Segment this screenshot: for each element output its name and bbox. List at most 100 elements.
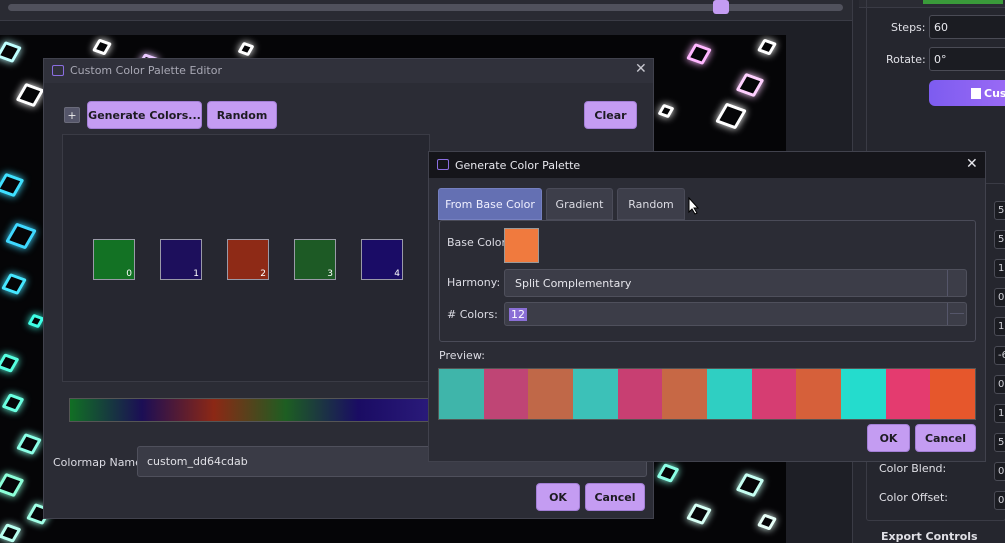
gradient-preview-bar [69, 398, 431, 422]
parameter-value-input[interactable]: 0. [994, 462, 1005, 481]
preview-label: Preview: [439, 349, 485, 362]
top-slider-bar [0, 0, 852, 21]
canvas-tile [1, 393, 25, 413]
custom-palette-button[interactable]: Cus [929, 80, 1005, 106]
clear-button[interactable]: Clear [584, 101, 637, 129]
parameter-value-input[interactable]: 0 [994, 375, 1005, 394]
color-swatch[interactable]: 4 [361, 239, 403, 280]
ok-button[interactable]: OK [536, 483, 580, 511]
rotate-label: Rotate: [886, 53, 926, 66]
preview-color-cell [483, 369, 529, 419]
color-swatch[interactable]: 1 [160, 239, 202, 280]
parameter-value-input[interactable]: 1. [994, 259, 1005, 278]
parameter-value-input[interactable]: 5. [994, 201, 1005, 220]
parameter-value-input[interactable]: -6 [994, 346, 1005, 365]
chevron-down-icon[interactable] [947, 270, 966, 296]
preview-color-cell [841, 369, 886, 419]
spin-arrows-icon[interactable] [947, 303, 966, 325]
parameter-value-input[interactable]: 50 [994, 230, 1005, 249]
generate-title: Generate Color Palette [455, 159, 581, 172]
base-color-swatch[interactable] [504, 228, 539, 263]
colormap-name-label: Colormap Name: [53, 456, 146, 469]
tab-gradient[interactable]: Gradient [546, 188, 613, 220]
preview-color-cell [751, 369, 797, 419]
canvas-tile [715, 102, 747, 130]
preview-color-cell [528, 369, 574, 419]
close-icon[interactable]: ✕ [966, 156, 978, 172]
editor-titlebar: Custom Color Palette Editor ✕ [44, 59, 653, 83]
color-swatch[interactable]: 3 [294, 239, 336, 280]
canvas-tile [15, 433, 43, 455]
close-icon[interactable]: ✕ [635, 61, 647, 77]
canvas-tile [657, 103, 675, 119]
canvas-tile [756, 513, 778, 531]
steps-label: Steps: [891, 21, 926, 34]
parameter-value-input[interactable]: 1. [994, 317, 1005, 336]
canvas-tile [0, 41, 23, 63]
generate-colors-button[interactable]: Generate Colors... [87, 101, 202, 129]
color-swatch[interactable]: 2 [227, 239, 269, 280]
canvas-tile [5, 222, 37, 250]
canvas-tile [0, 523, 22, 543]
color-blend-label: Color Blend: [879, 462, 947, 475]
ok-button[interactable]: OK [867, 424, 910, 452]
app-root: { "top_slider": {"value_fraction": 0.86}… [0, 0, 1005, 543]
preview-color-cell [662, 369, 708, 419]
editor-title: Custom Color Palette Editor [70, 64, 223, 77]
canvas-tile [0, 273, 28, 295]
preview-color-cell [573, 369, 618, 419]
canvas-tile [0, 353, 20, 373]
color-swatch[interactable]: 0 [93, 239, 135, 280]
parameter-value-input[interactable]: 1. [994, 404, 1005, 423]
canvas-tile [91, 38, 113, 56]
rotate-input[interactable]: 0° [929, 47, 1005, 71]
steps-input[interactable]: 60 [929, 15, 1005, 39]
parameter-value-input[interactable]: 0. [994, 288, 1005, 307]
swatch-area: 0 1 2 3 4 [62, 134, 430, 382]
cancel-button[interactable]: Cancel [915, 424, 976, 452]
tab-random[interactable]: Random [617, 188, 685, 220]
canvas-tile [756, 38, 778, 56]
preview-color-cell [930, 369, 976, 419]
num-colors-spinbox[interactable]: 12 [504, 302, 967, 326]
canvas-tile [685, 43, 713, 65]
export-controls-label: Export Controls [881, 530, 978, 543]
random-button[interactable]: Random [207, 101, 277, 129]
window-icon [52, 65, 64, 76]
panel-divider [866, 0, 867, 170]
swatch-index: 1 [193, 269, 199, 279]
parameter-value-input[interactable]: 0. [994, 491, 1005, 510]
canvas-tile [237, 41, 255, 57]
parameter-value-input[interactable]: 5 [994, 433, 1005, 452]
swatch-index: 4 [394, 269, 400, 279]
harmony-select[interactable]: Split Complementary [504, 269, 967, 297]
tab-from-base-color[interactable]: From Base Color [438, 188, 542, 220]
harmony-value: Split Complementary [515, 276, 632, 290]
cursor-icon [688, 197, 700, 215]
base-color-label: Base Color: [447, 236, 510, 249]
swatch-index: 0 [126, 269, 132, 279]
palette-preview [438, 368, 976, 420]
num-colors-value: 12 [509, 307, 527, 321]
canvas-tile [15, 82, 45, 108]
swatch-index: 2 [260, 269, 266, 279]
custom-button-label: Cus [984, 86, 1005, 100]
panel-top-accent [923, 0, 1003, 4]
preview-color-cell [796, 369, 842, 419]
add-color-button[interactable]: + [64, 107, 80, 123]
canvas-tile [685, 503, 713, 525]
preview-color-cell [439, 369, 484, 419]
swatch-index: 3 [327, 269, 333, 279]
cancel-button[interactable]: Cancel [585, 483, 645, 511]
slider-handle[interactable] [713, 0, 729, 14]
canvas-tile [735, 72, 765, 98]
preview-color-cell [707, 369, 752, 419]
harmony-label: Harmony: [447, 276, 501, 289]
num-colors-label: # Colors: [447, 308, 498, 321]
canvas-tile [735, 472, 765, 498]
generate-palette-dialog: Generate Color Palette ✕ From Base Color… [428, 151, 986, 462]
window-icon [437, 159, 449, 170]
canvas-tile [0, 172, 25, 198]
canvas-tile [656, 463, 680, 483]
list-icon [971, 87, 981, 99]
